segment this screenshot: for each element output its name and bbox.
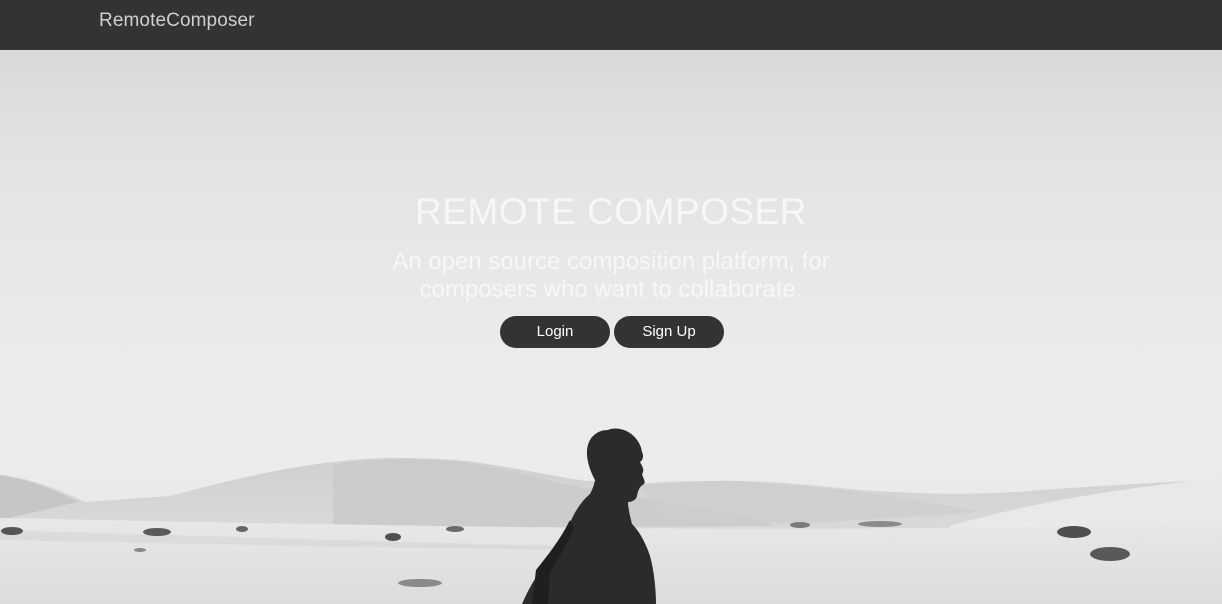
hero-title: REMOTE COMPOSER: [415, 191, 807, 232]
brand-link[interactable]: RemoteComposer: [99, 10, 255, 32]
hero-content: REMOTE COMPOSER An open source compositi…: [0, 190, 1222, 348]
hero-section: REMOTE COMPOSER An open source compositi…: [0, 50, 1222, 604]
hero-subtitle: An open source composition platform, for…: [392, 248, 830, 303]
login-button[interactable]: Login: [500, 316, 610, 348]
hero-button-row: Login Sign Up: [0, 316, 1222, 348]
top-navbar: RemoteComposer: [0, 0, 1222, 50]
signup-button[interactable]: Sign Up: [614, 316, 724, 348]
